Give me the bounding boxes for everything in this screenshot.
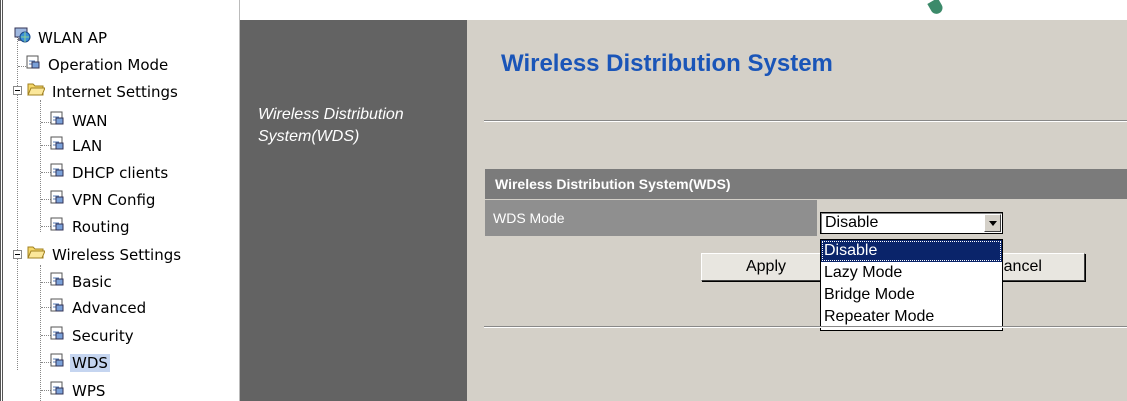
wds-settings-table: Wireless Distribution System(WDS) WDS Mo…	[485, 169, 1127, 236]
folder-open-icon	[27, 81, 46, 103]
page-icon	[25, 54, 41, 76]
tree-item-wan[interactable]: WAN	[49, 109, 110, 131]
wds-mode-dropdown-list: Disable Lazy Mode Bridge Mode Repeater M…	[820, 239, 1003, 331]
wds-mode-label: WDS Mode	[485, 200, 817, 236]
page-icon	[49, 325, 65, 347]
tree-item-operation-mode[interactable]: Operation Mode	[25, 53, 170, 75]
tree-item-dhcp-clients[interactable]: DHCP clients	[49, 161, 170, 183]
wds-mode-select-value: Disable	[825, 214, 879, 231]
page-icon	[49, 297, 65, 319]
page-icon	[49, 271, 65, 293]
banner-decoration	[927, 0, 945, 17]
collapse-toggle-icon[interactable]	[13, 86, 22, 95]
option-lazy-mode[interactable]: Lazy Mode	[821, 262, 1002, 284]
tree-item-wds[interactable]: WDS	[49, 351, 110, 373]
main-content: Wireless Distribution System Wireless Di…	[467, 20, 1127, 401]
option-repeater-mode[interactable]: Repeater Mode	[821, 306, 1002, 328]
page-icon	[49, 110, 65, 132]
page-icon	[49, 162, 65, 184]
tree-item-vpn-config[interactable]: VPN Config	[49, 188, 157, 210]
page-icon	[49, 216, 65, 238]
page-icon	[49, 189, 65, 211]
option-disable[interactable]: Disable	[821, 240, 1002, 262]
folder-open-icon	[27, 244, 46, 266]
apply-button[interactable]: Apply	[701, 253, 831, 281]
chevron-down-icon[interactable]	[984, 214, 1001, 232]
tree-item-routing[interactable]: Routing	[49, 215, 132, 237]
tree-folder-internet-settings[interactable]: Internet Settings	[27, 80, 180, 102]
navigation-tree: WLAN AP Operation Mode Internet Settings…	[0, 0, 240, 401]
page-title: Wireless Distribution System	[501, 50, 833, 77]
computer-globe-icon	[13, 26, 31, 50]
table-row: WDS Mode	[485, 199, 1127, 236]
collapse-toggle-icon[interactable]	[13, 250, 22, 259]
page-icon	[49, 352, 65, 374]
tree-item-advanced[interactable]: Advanced	[49, 296, 148, 318]
section-sidebar-title: Wireless Distribution System(WDS)	[258, 106, 404, 145]
wds-mode-select[interactable]: Disable	[820, 212, 1003, 234]
divider	[484, 326, 1127, 328]
section-sidebar: Wireless Distribution System(WDS)	[240, 20, 467, 401]
tree-item-wps[interactable]: WPS	[49, 379, 107, 401]
divider	[484, 120, 1127, 122]
top-banner-strip	[240, 0, 1127, 20]
page-icon	[49, 380, 65, 401]
tree-item-basic[interactable]: Basic	[49, 270, 114, 292]
option-bridge-mode[interactable]: Bridge Mode	[821, 284, 1002, 306]
page-icon	[49, 135, 65, 157]
tree-item-lan[interactable]: LAN	[49, 134, 104, 156]
tree-item-security[interactable]: Security	[49, 324, 136, 346]
tree-root-wlan-ap[interactable]: WLAN AP	[13, 26, 109, 48]
table-header: Wireless Distribution System(WDS)	[485, 169, 1127, 199]
tree-folder-wireless-settings[interactable]: Wireless Settings	[27, 243, 183, 265]
